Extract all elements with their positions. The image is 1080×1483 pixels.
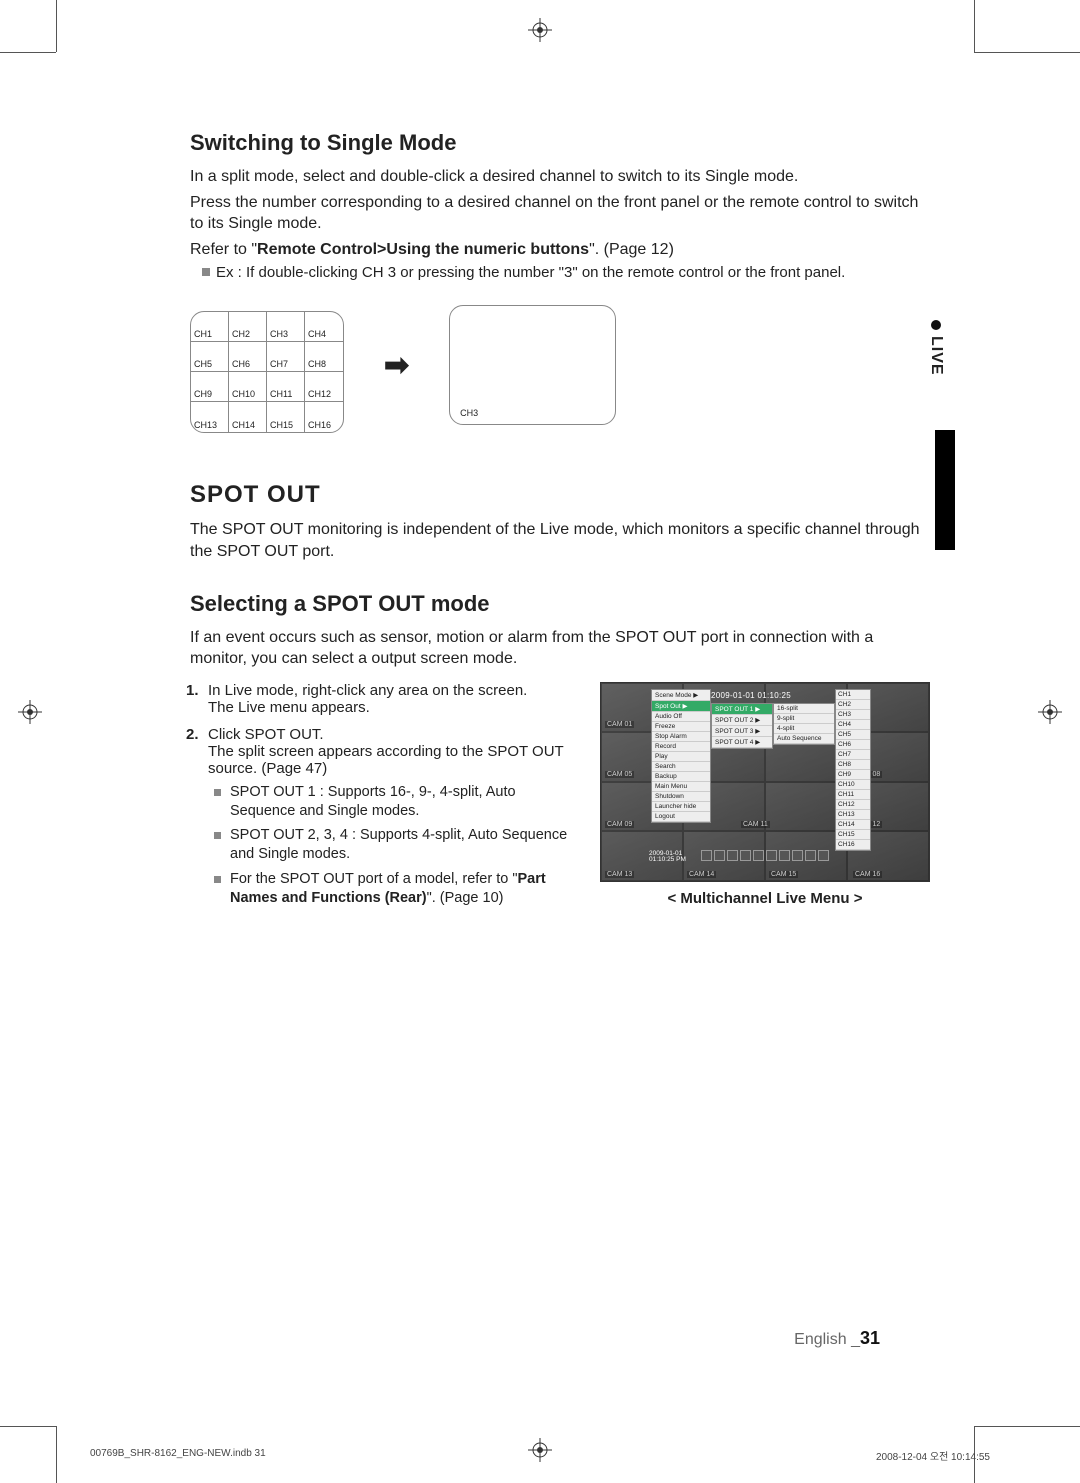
cam-label: CAM 01 bbox=[605, 721, 634, 728]
grid-cell: CH11 bbox=[267, 372, 305, 402]
screenshot-live-menu: CAM 01 CAM 05 CAM 08 CAM 09 CAM 11 CAM 1… bbox=[600, 682, 930, 882]
grid-cell: CH2 bbox=[229, 312, 267, 342]
footer-language: English _31 bbox=[794, 1328, 880, 1349]
heading-select-spot-out: Selecting a SPOT OUT mode bbox=[190, 591, 930, 617]
body-text: In a split mode, select and double-click… bbox=[190, 166, 930, 188]
grid-cell: CH6 bbox=[229, 342, 267, 372]
body-text: Press the number corresponding to a desi… bbox=[190, 192, 930, 235]
side-tab-marker bbox=[935, 430, 955, 550]
grid-cell: CH12 bbox=[305, 372, 343, 402]
screenshot-toolbar-icons bbox=[701, 849, 841, 863]
grid-cell: CH14 bbox=[229, 402, 267, 432]
example-text: Ex : If double-clicking CH 3 or pressing… bbox=[202, 264, 930, 281]
step-item: 1.In Live mode, right-click any area on … bbox=[208, 682, 580, 716]
registration-mark-icon bbox=[528, 1438, 552, 1462]
body-text: Refer to "Remote Control>Using the numer… bbox=[190, 239, 930, 261]
grid-cell: CH1 bbox=[191, 312, 229, 342]
registration-mark-icon bbox=[18, 700, 42, 724]
body-text: If an event occurs such as sensor, motio… bbox=[190, 627, 930, 670]
screenshot-submenu-3: CH1CH2CH3CH4CH5CH6CH7CH8CH9CH10CH11CH12C… bbox=[835, 689, 871, 851]
body-text: The SPOT OUT monitoring is independent o… bbox=[190, 519, 930, 562]
sublist-item: SPOT OUT 1 : Supports 16-, 9-, 4-split, … bbox=[230, 783, 580, 821]
heading-spot-out: SPOT OUT bbox=[190, 481, 930, 509]
cam-label: CAM 13 bbox=[605, 871, 634, 878]
cam-label: CAM 16 bbox=[853, 871, 882, 878]
step-item: 2.Click SPOT OUT. The split screen appea… bbox=[208, 726, 580, 908]
single-view-diagram: CH3 bbox=[449, 305, 616, 425]
screenshot-submenu-1: SPOT OUT 1 ▶SPOT OUT 2 ▶SPOT OUT 3 ▶SPOT… bbox=[711, 703, 773, 749]
grid-cell: CH7 bbox=[267, 342, 305, 372]
grid-cell: CH5 bbox=[191, 342, 229, 372]
cam-label: CAM 09 bbox=[605, 821, 634, 828]
heading-single-mode: Switching to Single Mode bbox=[190, 130, 930, 156]
diagram-row: CH1CH2CH3CH4CH5CH6CH7CH8CH9CH10CH11CH12C… bbox=[190, 297, 930, 433]
grid-cell: CH9 bbox=[191, 372, 229, 402]
grid-cell: CH15 bbox=[267, 402, 305, 432]
grid-cell: CH13 bbox=[191, 402, 229, 432]
grid-cell: CH10 bbox=[229, 372, 267, 402]
grid-cell: CH3 bbox=[267, 312, 305, 342]
registration-mark-icon bbox=[528, 18, 552, 42]
grid-cell: CH4 bbox=[305, 312, 343, 342]
arrow-right-icon: ➡ bbox=[384, 348, 409, 383]
single-channel-label: CH3 bbox=[460, 408, 478, 418]
screenshot-menu: Scene Mode ▶Spot Out ▶Audio OffFreezeSto… bbox=[651, 689, 711, 823]
cam-label: CAM 14 bbox=[687, 871, 716, 878]
screenshot-datebox: 2009-01-0101:10:25 PM bbox=[649, 851, 686, 864]
bullet-icon bbox=[202, 268, 210, 276]
screenshot-submenu-2: 16-split9-split4-splitAuto Sequence bbox=[773, 703, 835, 745]
cam-label: CAM 15 bbox=[769, 871, 798, 878]
grid-cell: CH16 bbox=[305, 402, 343, 432]
screenshot-caption: < Multichannel Live Menu > bbox=[600, 890, 930, 907]
bullet-icon bbox=[931, 320, 941, 330]
sublist-item: SPOT OUT 2, 3, 4 : Supports 4-split, Aut… bbox=[230, 826, 580, 864]
sublist-item: For the SPOT OUT port of a model, refer … bbox=[230, 870, 580, 908]
footer-date: 2008-12-04 오전 10:14:55 bbox=[876, 1448, 990, 1463]
cam-label: CAM 11 bbox=[741, 821, 770, 828]
split-grid-diagram: CH1CH2CH3CH4CH5CH6CH7CH8CH9CH10CH11CH12C… bbox=[190, 311, 344, 433]
grid-cell: CH8 bbox=[305, 342, 343, 372]
footer-file: 00769B_SHR-8162_ENG-NEW.indb 31 bbox=[90, 1448, 266, 1459]
screenshot-date: 2009-01-01 01:10:25 bbox=[711, 691, 791, 700]
registration-mark-icon bbox=[1038, 700, 1062, 724]
cam-label: CAM 05 bbox=[605, 771, 634, 778]
